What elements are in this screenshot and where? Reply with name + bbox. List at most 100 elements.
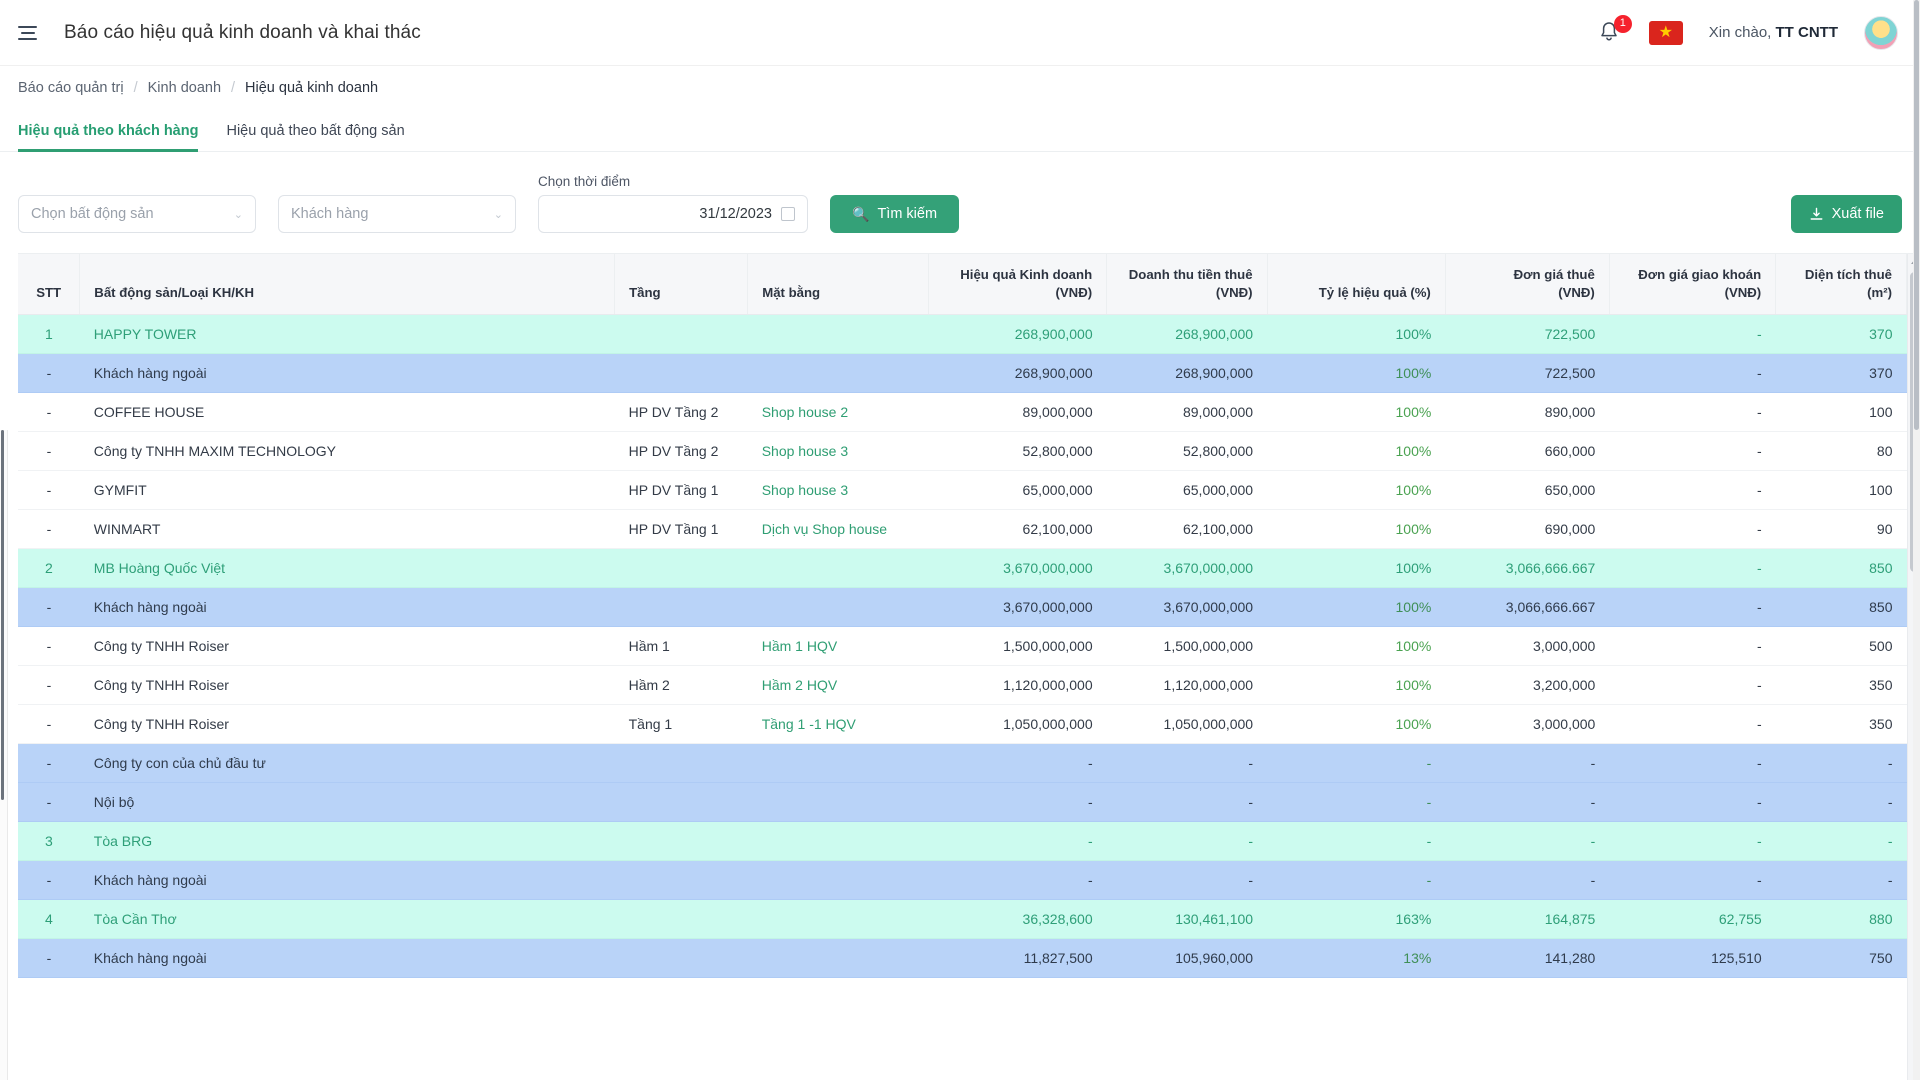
- cell-dt: 130,461,100: [1106, 899, 1268, 939]
- cell-dgk: 62,755: [1609, 899, 1776, 939]
- cell-mb: [747, 860, 929, 900]
- cell-dgk: -: [1609, 704, 1776, 744]
- table-row[interactable]: - Khách hàng ngoài 268,900,000 268,900,000 1…: [18, 353, 1907, 393]
- avatar[interactable]: [1864, 15, 1898, 50]
- cell-stt: 4: [18, 899, 80, 939]
- left-scrollbar-thumb[interactable]: [1, 430, 4, 800]
- customer-select[interactable]: Khách hàng ⌄: [278, 195, 516, 233]
- cell-dg: 3,200,000: [1445, 665, 1610, 705]
- table-row[interactable]: - Công ty TNHH Roiser Hầm 1 Hầm 1 HQV 1,500,…: [18, 626, 1907, 666]
- cell-ty: 100%: [1267, 626, 1446, 666]
- cell-stt: -: [18, 431, 80, 471]
- table-row[interactable]: - Công ty TNHH Roiser Tầng 1 Tầng 1 -1 HQV 1…: [18, 704, 1907, 744]
- cell-dtt: 850: [1775, 587, 1907, 627]
- cell-tang: [614, 938, 748, 978]
- cell-hq: 62,100,000: [928, 509, 1107, 549]
- cell-name: Công ty TNHH MAXIM TECHNOLOGY: [79, 431, 615, 471]
- table-row[interactable]: - Nội bộ - - - - - -: [18, 782, 1907, 822]
- table-row[interactable]: - COFFEE HOUSE HP DV Tầng 2 Shop house 2 89,…: [18, 392, 1907, 432]
- language-flag-icon[interactable]: ★: [1648, 20, 1683, 45]
- cell-name: HAPPY TOWER: [79, 314, 615, 354]
- col-header-mat-bang: Mặt bằng: [747, 254, 929, 315]
- breadcrumb-item-3[interactable]: Hiệu quả kinh doanh: [245, 80, 378, 96]
- customer-select-value: Khách hàng: [291, 206, 369, 222]
- cell-hq: 3,670,000,000: [928, 587, 1107, 627]
- cell-dtt: 750: [1775, 938, 1907, 978]
- hamburger-icon[interactable]: [18, 20, 44, 46]
- breadcrumb-item-1[interactable]: Báo cáo quản trị: [18, 80, 124, 96]
- cell-mb[interactable]: Hầm 1 HQV: [747, 626, 929, 666]
- cell-name: Khách hàng ngoài: [79, 860, 615, 900]
- table-row[interactable]: 1 HAPPY TOWER 268,900,000 268,900,000 100% 72…: [18, 314, 1907, 354]
- cell-mb[interactable]: Shop house 3: [747, 431, 929, 471]
- table-row[interactable]: - Khách hàng ngoài 11,827,500 105,960,000 13…: [18, 938, 1907, 978]
- breadcrumb-separator: /: [231, 80, 236, 96]
- report-table: STT Bất động sản/Loại KH/KH Tầng Mặt bằn…: [18, 254, 1907, 978]
- cell-stt: -: [18, 353, 80, 393]
- export-button[interactable]: Xuất file: [1790, 195, 1902, 233]
- tab-hieu-qua-theo-khach-hang[interactable]: Hiệu quả theo khách hàng: [18, 123, 199, 152]
- cell-mb: [747, 743, 929, 783]
- table-row[interactable]: - Công ty TNHH Roiser Hầm 2 Hầm 2 HQV 1,120,…: [18, 665, 1907, 705]
- cell-dt: -: [1106, 860, 1268, 900]
- table-row[interactable]: - Khách hàng ngoài - - - - - -: [18, 860, 1907, 900]
- table-row[interactable]: - Công ty TNHH MAXIM TECHNOLOGY HP DV Tầng…: [18, 431, 1907, 471]
- cell-name: MB Hoàng Quốc Việt: [79, 548, 615, 588]
- page-vertical-scrollbar[interactable]: [1913, 0, 1920, 1080]
- col-header-hieu-qua-kinh-doanh: Hiệu quả Kinh doanh (VNĐ): [928, 254, 1108, 315]
- cell-mb: [747, 782, 929, 822]
- cell-dt: 65,000,000: [1106, 470, 1268, 510]
- cell-tang: [614, 353, 748, 393]
- cell-mb[interactable]: Tầng 1 -1 HQV: [747, 704, 929, 744]
- table-row[interactable]: 4 Tòa Cần Thơ 36,328,600 130,461,100 163% 164…: [18, 899, 1907, 939]
- cell-tang: [614, 782, 748, 822]
- search-button[interactable]: 🔍 Tìm kiếm: [830, 195, 960, 233]
- table-row[interactable]: - GYMFIT HP DV Tầng 1 Shop house 3 65,000,00…: [18, 470, 1907, 510]
- table-row[interactable]: 3 Tòa BRG - - - - - -: [18, 821, 1907, 861]
- col-header-tang: Tầng: [614, 254, 749, 315]
- cell-hq: 268,900,000: [928, 353, 1107, 393]
- cell-dt: 268,900,000: [1106, 353, 1268, 393]
- cell-dtt: 350: [1775, 704, 1907, 744]
- cell-dgk: -: [1609, 665, 1776, 705]
- cell-dtt: 90: [1775, 509, 1907, 549]
- cell-mb[interactable]: Dịch vụ Shop house: [747, 509, 929, 549]
- cell-dt: 1,050,000,000: [1106, 704, 1268, 744]
- col-header-dien-tich-thue: Diện tích thuê (m²): [1775, 254, 1907, 315]
- notification-bell-icon[interactable]: 1: [1597, 14, 1632, 47]
- table-row[interactable]: - WINMART HP DV Tầng 1 Dịch vụ Shop house 62…: [18, 509, 1907, 549]
- cell-mb[interactable]: Hầm 2 HQV: [747, 665, 929, 705]
- breadcrumb-item-2[interactable]: Kinh doanh: [148, 80, 221, 96]
- cell-stt: -: [18, 938, 80, 978]
- left-edge-scrollbar[interactable]: [0, 430, 8, 1080]
- cell-dgk: -: [1609, 821, 1776, 861]
- cell-ty: 100%: [1267, 353, 1446, 393]
- cell-mb[interactable]: Shop house 3: [747, 470, 929, 510]
- cell-dgk: -: [1609, 392, 1776, 432]
- cell-name: Công ty TNHH Roiser: [79, 626, 615, 666]
- cell-dtt: 500: [1775, 626, 1907, 666]
- date-input[interactable]: 31/12/2023: [538, 195, 808, 233]
- cell-stt: -: [18, 782, 80, 822]
- cell-ty: 13%: [1267, 938, 1446, 978]
- cell-hq: 268,900,000: [928, 314, 1107, 354]
- cell-dgk: -: [1609, 626, 1776, 666]
- cell-ty: 100%: [1267, 704, 1446, 744]
- export-button-label: Xuất file: [1831, 206, 1884, 222]
- cell-dg: 890,000: [1445, 392, 1610, 432]
- cell-hq: -: [928, 860, 1107, 900]
- table-row[interactable]: 2 MB Hoàng Quốc Việt 3,670,000,000 3,670,00…: [18, 548, 1907, 588]
- filter-bar: Chọn bất động sản ⌄ Khách hàng ⌄ Chọn th…: [0, 152, 1920, 249]
- cell-tang: [614, 821, 748, 861]
- cell-hq: -: [928, 743, 1107, 783]
- property-select[interactable]: Chọn bất động sản ⌄: [18, 195, 256, 233]
- page-scrollbar-thumb[interactable]: [1914, 0, 1919, 430]
- table-row[interactable]: - Công ty con của chủ đầu tư - - - - - -: [18, 743, 1907, 783]
- tab-hieu-qua-theo-bat-dong-san[interactable]: Hiệu quả theo bất động sản: [226, 123, 404, 152]
- cell-dg: 660,000: [1445, 431, 1610, 471]
- cell-mb[interactable]: Shop house 2: [747, 392, 929, 432]
- cell-hq: -: [928, 782, 1107, 822]
- cell-dt: 62,100,000: [1106, 509, 1268, 549]
- table-row[interactable]: - Khách hàng ngoài 3,670,000,000 3,670,000,…: [18, 587, 1907, 627]
- col-header-don-gia-giao-khoan: Đơn giá giao khoán (VNĐ): [1609, 254, 1777, 315]
